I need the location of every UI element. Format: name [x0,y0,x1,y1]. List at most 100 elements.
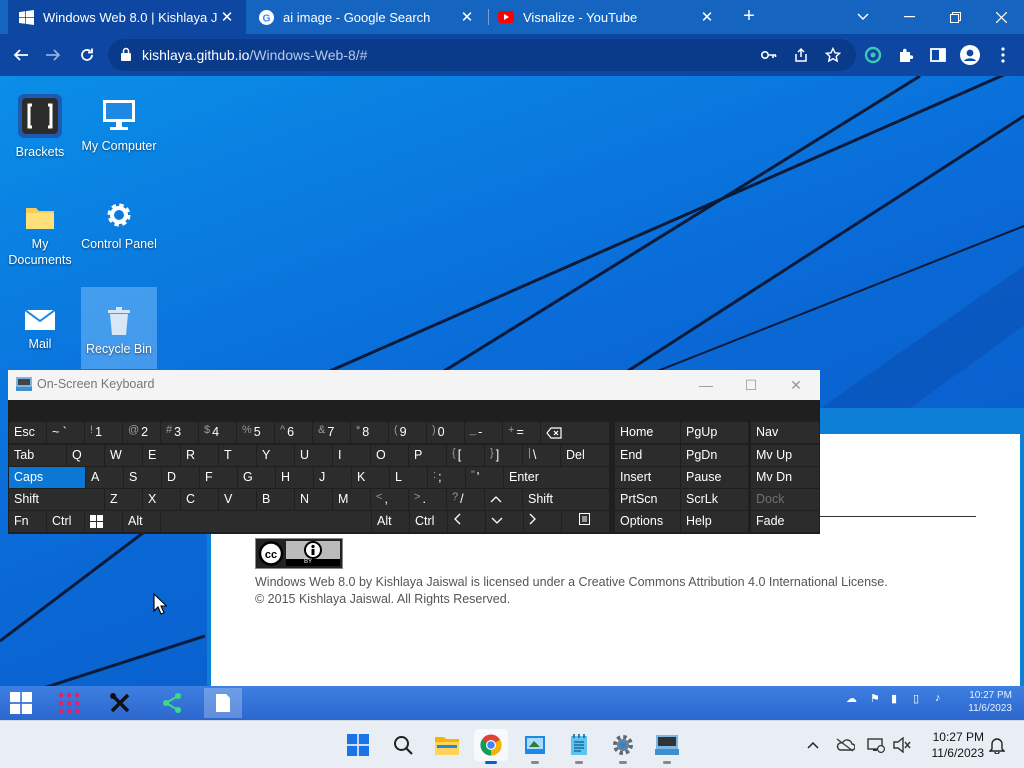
osk-minimize-button[interactable]: — [686,373,726,397]
key-menu[interactable] [562,511,609,532]
notification-bell-icon[interactable] [985,733,1009,757]
extensions-puzzle-icon[interactable] [893,42,919,68]
tray-show-hidden-icons[interactable] [801,733,825,757]
key-x[interactable]: X [143,489,180,510]
reload-button[interactable] [74,42,100,68]
key-0[interactable]: ) 0 [427,422,464,443]
key-caps[interactable]: Caps [9,467,85,488]
osk-title-bar[interactable]: On-Screen Keyboard — ☐ ✕ [8,370,820,400]
key-pgdn[interactable]: PgDn [681,445,748,466]
desktop-icon-mail[interactable]: Mail [2,288,78,352]
key-fade[interactable]: Fade [751,511,819,532]
close-window-button[interactable] [978,0,1024,34]
web-taskbar-clock[interactable]: 10:27 PM 11/6/2023 [952,689,1012,715]
key-m[interactable]: M [333,489,370,510]
key-v[interactable]: V [219,489,256,510]
key-z[interactable]: Z [105,489,142,510]
key-scrlk[interactable]: ScrLk [681,489,748,510]
key-k[interactable]: K [352,467,389,488]
key-alt-right[interactable]: Alt [372,511,409,532]
key-r[interactable]: R [181,445,218,466]
key-pause[interactable]: Pause [681,467,748,488]
desktop-icon-brackets[interactable]: Brackets [2,94,78,160]
bookmark-star-icon[interactable] [820,42,846,68]
key-right-bracket[interactable]: }] [485,445,522,466]
forward-button[interactable] [40,42,66,68]
web-tray-cloud-icon[interactable]: ☁ [846,692,857,705]
key-shift-right[interactable]: Shift [523,489,609,510]
key-left-bracket[interactable]: {[ [447,445,484,466]
key-quote[interactable]: " ' [466,467,503,488]
creative-commons-badge[interactable]: cc BY [255,538,343,569]
key-windows[interactable] [85,511,122,532]
key-s[interactable]: S [124,467,161,488]
close-tab-icon[interactable]: ✕ [698,8,716,26]
taskbar-settings[interactable] [606,729,640,764]
web-start-button[interactable] [2,688,40,718]
minimize-button[interactable] [886,0,932,34]
key-w[interactable]: W [105,445,142,466]
key-comma[interactable]: <, [371,489,408,510]
key-dock[interactable]: Dock [751,489,819,510]
key-mv-up[interactable]: Mv Up [751,445,819,466]
key-7[interactable]: & 7 [313,422,350,443]
key-minus[interactable]: _ - [465,422,502,443]
desktop-icon-my-computer[interactable]: My Computer [81,90,157,154]
key-options[interactable]: Options [615,511,680,532]
desktop-icon-control-panel[interactable]: Control Panel [81,188,157,252]
browser-tab-youtube[interactable]: Visnalize - YouTube ✕ [488,0,726,34]
new-tab-button[interactable]: + [738,5,760,27]
key-semicolon[interactable]: :; [428,467,465,488]
key-a[interactable]: A [86,467,123,488]
key-d[interactable]: D [162,467,199,488]
key-arrow-left[interactable] [448,511,485,532]
key-esc[interactable]: Esc [9,422,46,443]
key-end[interactable]: End [615,445,680,466]
key-ctrl-left[interactable]: Ctrl [47,511,84,532]
on-screen-keyboard-window[interactable]: On-Screen Keyboard — ☐ ✕ Esc ~ ` ! 1 @2 #… [8,370,820,534]
key-nav[interactable]: Nav [751,422,819,443]
extension-circle-icon[interactable] [860,42,886,68]
key-9[interactable]: (9 [389,422,426,443]
key-h[interactable]: H [276,467,313,488]
key-4[interactable]: $4 [199,422,236,443]
desktop-icon-recycle-bin[interactable]: Recycle Bin [81,287,157,369]
key-u[interactable]: U [295,445,332,466]
key-prtscn[interactable]: PrtScn [615,489,680,510]
key-5[interactable]: % 5 [237,422,274,443]
taskbar-chrome[interactable] [474,729,508,764]
key-tilde[interactable]: ~ ` [47,422,84,443]
restore-button[interactable] [932,0,978,34]
browser-tab-windows-web[interactable]: Windows Web 8.0 | Kishlaya Jaisw ✕ [8,0,246,34]
key-period[interactable]: >. [409,489,446,510]
web-tools-button[interactable] [101,688,139,718]
key-f[interactable]: F [200,467,237,488]
taskbar-search-button[interactable] [386,729,420,761]
menu-kebab-icon[interactable] [990,42,1016,68]
key-8[interactable]: * 8 [351,422,388,443]
address-bar[interactable]: kishlaya.github.io/Windows-Web-8/# [108,39,856,71]
key-c[interactable]: C [181,489,218,510]
taskbar-paint[interactable] [518,729,552,764]
web-apps-grid-button[interactable] [50,688,88,718]
key-help[interactable]: Help [681,511,748,532]
key-i[interactable]: I [333,445,370,466]
web-notepad-button[interactable] [204,688,242,718]
web-tray-flag-icon[interactable]: ⚑ [870,692,880,705]
key-space[interactable] [161,511,371,532]
tray-network-icon[interactable] [864,733,888,757]
key-tab[interactable]: Tab [9,445,66,466]
tab-search-icon[interactable] [840,0,886,34]
key-arrow-up[interactable] [485,489,522,510]
key-j[interactable]: J [314,467,351,488]
osk-close-button[interactable]: ✕ [776,373,816,397]
taskbar-on-screen-keyboard[interactable] [650,729,684,764]
key-e[interactable]: E [143,445,180,466]
key-y[interactable]: Y [257,445,294,466]
profile-avatar-icon[interactable] [957,42,983,68]
key-q[interactable]: Q [67,445,104,466]
key-p[interactable]: P [409,445,446,466]
key-icon[interactable] [756,42,782,68]
key-n[interactable]: N [295,489,332,510]
key-arrow-down[interactable] [486,511,523,532]
